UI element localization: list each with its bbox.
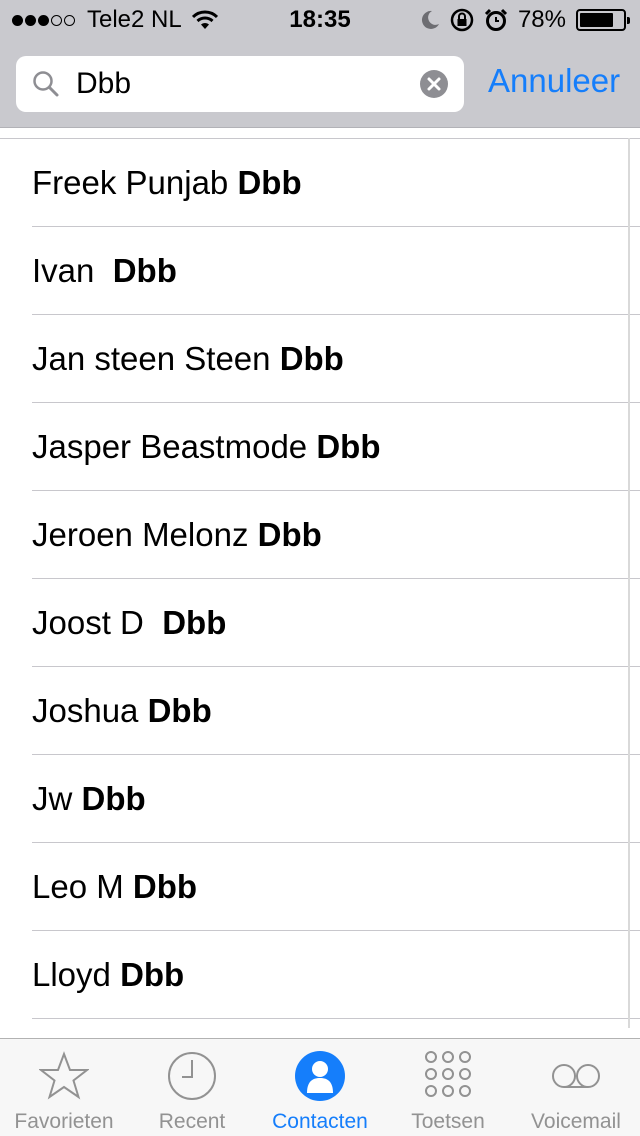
voicemail-icon <box>552 1064 600 1088</box>
section-index-scrollbar[interactable] <box>628 138 630 1028</box>
contact-row[interactable]: Jw Dbb <box>32 755 640 843</box>
contact-first-name: Jw <box>32 780 82 817</box>
contact-name: Ivan Dbb <box>32 252 177 290</box>
search-query[interactable]: Dbb <box>76 67 131 101</box>
contact-name: Joshua Dbb <box>32 692 212 730</box>
contact-name: Joost D Dbb <box>32 604 226 642</box>
star-icon <box>39 1051 89 1100</box>
contact-last-name: Dbb <box>112 252 177 289</box>
tab-favorieten[interactable]: Favorieten <box>0 1039 128 1136</box>
battery-icon <box>576 9 630 31</box>
contact-last-name: Dbb <box>316 428 381 465</box>
tab-label: Favorieten <box>14 1110 114 1133</box>
contact-row[interactable]: Joost D Dbb <box>32 579 640 667</box>
contacts-icon <box>295 1051 345 1101</box>
tab-voicemail[interactable]: Voicemail <box>512 1039 640 1136</box>
status-bar: Tele2 NL 18:35 78% <box>0 0 640 40</box>
search-icon <box>33 71 59 97</box>
tab-label: Contacten <box>272 1110 368 1133</box>
contact-first-name: Ivan <box>32 252 113 289</box>
contact-row[interactable]: Leo M Dbb <box>32 843 640 931</box>
contact-last-name: Dbb <box>147 692 212 729</box>
close-icon <box>427 77 441 91</box>
contact-first-name: Jeroen Melonz <box>32 516 258 553</box>
battery-level <box>580 13 613 27</box>
contact-row[interactable]: Joshua Dbb <box>32 667 640 755</box>
search-header: Tele2 NL 18:35 78% Dbb Annuleer <box>0 0 640 128</box>
contact-last-name: Dbb <box>279 340 344 377</box>
contact-row[interactable]: Jeroen Melonz Dbb <box>32 491 640 579</box>
tab-label: Toetsen <box>411 1110 485 1133</box>
contact-name: Jw Dbb <box>32 780 146 818</box>
contact-last-name: Dbb <box>162 604 227 641</box>
contact-last-name: Dbb <box>257 516 322 553</box>
contact-last-name: Dbb <box>81 780 146 817</box>
tab-label: Voicemail <box>531 1110 621 1133</box>
tab-contacten[interactable]: Contacten <box>256 1039 384 1136</box>
contact-row[interactable]: Freek Punjab Dbb <box>32 139 640 227</box>
clock-icon <box>168 1052 216 1100</box>
contact-first-name: Joost D <box>32 604 163 641</box>
tab-label: Recent <box>158 1110 226 1133</box>
keypad-icon <box>425 1051 471 1097</box>
contact-row[interactable]: Lloyd Dbb <box>32 931 640 1019</box>
contact-name: Freek Punjab Dbb <box>32 164 302 202</box>
search-results-list: Freek Punjab Dbb Ivan Dbb Jan steen Steen … <box>0 138 640 1038</box>
clear-search-button[interactable] <box>420 70 448 98</box>
alarm-icon <box>484 8 508 31</box>
contact-first-name: Joshua <box>32 692 148 729</box>
contact-name: Jasper Beastmode Dbb <box>32 428 380 466</box>
contact-name: Lloyd Dbb <box>32 956 184 994</box>
contact-name: Jan steen Steen Dbb <box>32 340 344 378</box>
contact-last-name: Dbb <box>237 164 302 201</box>
cancel-button[interactable]: Annuleer <box>488 62 620 100</box>
contact-name: Leo M Dbb <box>32 868 197 906</box>
battery-percentage: 78% <box>517 6 566 33</box>
contact-last-name: Dbb <box>120 956 185 993</box>
contact-last-name: Dbb <box>132 868 198 905</box>
contact-first-name: Leo M <box>32 868 133 905</box>
moon-icon <box>421 10 439 29</box>
contact-first-name: Jasper Beastmode <box>32 428 317 465</box>
contact-row[interactable]: Jasper Beastmode Dbb <box>32 403 640 491</box>
search-input[interactable]: Dbb <box>16 56 464 112</box>
contact-row[interactable]: Jan steen Steen Dbb <box>32 315 640 403</box>
contact-first-name: Lloyd <box>32 956 121 993</box>
tab-recent[interactable]: Recent <box>128 1039 256 1136</box>
contact-first-name: Jan steen Steen <box>32 340 280 377</box>
tab-toetsen[interactable]: Toetsen <box>384 1039 512 1136</box>
contact-name: Jeroen Melonz Dbb <box>32 516 322 554</box>
contact-first-name: Freek Punjab <box>32 164 238 201</box>
tab-bar: Favorieten Recent Contacten Toetsen Voic… <box>0 1038 640 1136</box>
rotation-lock-icon <box>450 8 474 32</box>
contact-row[interactable]: Ivan Dbb <box>32 227 640 315</box>
